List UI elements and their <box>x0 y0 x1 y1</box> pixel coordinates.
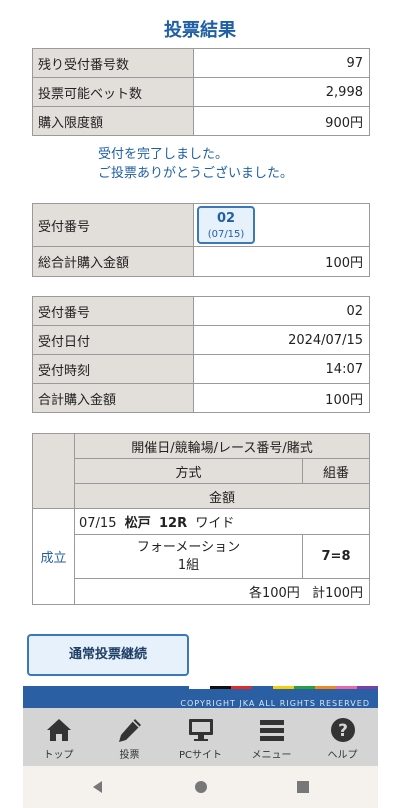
system-nav-bar <box>23 766 378 808</box>
nav-item-help[interactable]: ? ヘルプ <box>307 708 378 766</box>
table-row: 成立 07/15 松戸 12R ワイド <box>32 508 370 605</box>
available-bets-value: 2,998 <box>193 77 370 107</box>
detail-receipt-time-value: 14:07 <box>193 354 370 384</box>
table-row: 投票可能ベット数 2,998 <box>32 77 370 107</box>
nav-label-vote: 投票 <box>119 750 140 761</box>
table-row: 総合計購入金額 100円 <box>32 246 370 277</box>
continue-normal-voting-button[interactable]: 通常投票継続 <box>27 634 189 676</box>
receipt-number-cell: 02 (07/15) <box>193 203 370 247</box>
table-row: フォーメーション 1組 7=8 <box>33 534 370 579</box>
table-row: 各100円 計100円 <box>33 578 370 605</box>
back-icon[interactable] <box>91 780 105 794</box>
detail-receipt-date-label: 受付日付 <box>32 325 194 355</box>
nav-item-menu[interactable]: メニュー <box>236 708 307 766</box>
available-bets-label: 投票可能ベット数 <box>32 77 194 107</box>
nav-label-menu: メニュー <box>251 750 292 761</box>
bet-units: 1組 <box>177 557 200 573</box>
table-row: 合計購入金額 100円 <box>32 383 370 413</box>
completion-message-line1: 受付を完了しました。 <box>98 147 229 162</box>
bottom-nav: トップ 投票 PCサイト メニュー ? ヘルプ <box>23 708 378 766</box>
race-number: 12R <box>159 516 188 531</box>
amount-each: 各100円 <box>248 586 300 601</box>
help-icon: ? <box>330 718 355 742</box>
receipt-date: (07/15) <box>207 229 245 240</box>
receipt-number-button[interactable]: 02 (07/15) <box>197 206 255 244</box>
table-row: 開催日/競輪場/レース番号/賭式 <box>32 433 370 509</box>
table-row: 受付番号 02 (07/15) <box>32 203 370 247</box>
table-row: 残り受付番号数 97 <box>32 48 370 78</box>
combo-header: 組番 <box>302 458 370 484</box>
table-row: 受付時刻 14:07 <box>32 354 370 384</box>
bet-combination: 7=8 <box>302 534 370 579</box>
nav-label-top: トップ <box>43 750 74 761</box>
grand-total-value: 100円 <box>193 246 370 277</box>
table-row: 方式 組番 <box>33 458 370 484</box>
table-row: 受付日付 2024/07/15 <box>32 325 370 355</box>
summary-table: 残り受付番号数 97 投票可能ベット数 2,998 購入限度額 900円 <box>32 48 370 136</box>
color-strip-segment <box>231 686 252 689</box>
detail-total-label: 合計購入金額 <box>32 383 194 413</box>
home-icon <box>46 719 71 741</box>
table-row: 購入限度額 900円 <box>32 106 370 136</box>
menu-icon <box>259 720 284 741</box>
receipt-number-label: 受付番号 <box>32 203 194 247</box>
bet-detail-table: 開催日/競輪場/レース番号/賭式 方式 組番 金額 成立 07/15 松戸 12… <box>32 433 370 605</box>
copyright-text: COPYRIGHT JKA ALL RIGHTS RESERVED <box>180 699 370 708</box>
nav-item-top[interactable]: トップ <box>23 708 94 766</box>
amount-header: 金額 <box>74 483 370 509</box>
color-strip-segment <box>336 686 357 689</box>
nav-item-pc-site[interactable]: PCサイト <box>165 708 236 766</box>
detail-receipt-number-label: 受付番号 <box>32 296 194 326</box>
recents-icon[interactable] <box>296 780 310 794</box>
grand-total-label: 総合計購入金額 <box>32 246 194 277</box>
race-venue: 松戸 <box>124 516 151 531</box>
receipt-detail-table: 受付番号 02 受付日付 2024/07/15 受付時刻 14:07 合計購入金… <box>32 296 370 413</box>
table-row: 受付番号 02 <box>32 296 370 326</box>
nav-label-help: ヘルプ <box>327 750 358 761</box>
receipt-number: 02 <box>216 211 236 226</box>
color-strip-segment <box>252 686 273 689</box>
color-strip-segment <box>273 686 294 689</box>
bet-method: フォーメーション <box>136 539 241 555</box>
svg-text:?: ? <box>338 721 348 741</box>
race-info: 07/15 松戸 12R ワイド <box>74 508 370 535</box>
race-header: 開催日/競輪場/レース番号/賭式 <box>74 433 370 459</box>
remaining-receipts-value: 97 <box>193 48 370 78</box>
race-date: 07/15 <box>79 516 117 531</box>
color-strip-segment <box>315 686 336 689</box>
table-row: 金額 <box>33 483 370 509</box>
color-strip-segment <box>189 686 210 689</box>
completion-message-line2: ご投票ありがとうございました。 <box>98 166 294 181</box>
detail-receipt-date-value: 2024/07/15 <box>193 325 370 355</box>
pencil-icon <box>118 719 141 742</box>
remaining-receipts-label: 残り受付番号数 <box>32 48 194 78</box>
receipt-table: 受付番号 02 (07/15) 総合計購入金額 100円 <box>32 203 370 277</box>
detail-total-value: 100円 <box>193 383 370 413</box>
color-strip-segment <box>357 686 378 689</box>
color-strip-segment <box>294 686 315 689</box>
monitor-icon <box>188 719 213 741</box>
amount-total: 計100円 <box>312 586 363 601</box>
corner-cell <box>32 433 75 509</box>
color-strip-segment <box>210 686 231 689</box>
nav-item-vote[interactable]: 投票 <box>94 708 165 766</box>
detail-receipt-time-label: 受付時刻 <box>32 354 194 384</box>
page-title: 投票結果 <box>164 20 236 41</box>
nav-label-pc-site: PCサイト <box>178 750 222 761</box>
detail-receipt-number-value: 02 <box>193 296 370 326</box>
method-header: 方式 <box>74 458 303 484</box>
purchase-limit-label: 購入限度額 <box>32 106 194 136</box>
purchase-limit-value: 900円 <box>193 106 370 136</box>
method-cell: フォーメーション 1組 <box>74 534 303 579</box>
footer-band: COPYRIGHT JKA ALL RIGHTS RESERVED <box>23 686 378 708</box>
home-circle-icon[interactable] <box>194 780 208 794</box>
bet-type: ワイド <box>195 516 235 531</box>
color-strip <box>189 686 378 689</box>
amount-cell: 各100円 計100円 <box>74 578 370 605</box>
status-badge: 成立 <box>32 508 75 605</box>
completion-message: 受付を完了しました。 ご投票ありがとうございました。 <box>98 145 293 183</box>
